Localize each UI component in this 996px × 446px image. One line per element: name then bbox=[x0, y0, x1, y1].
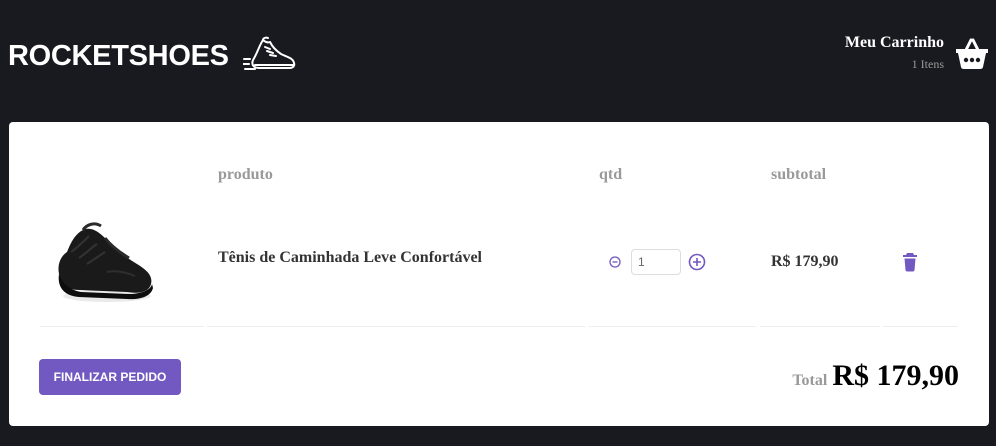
logo-text: ROCKETSHOES bbox=[8, 40, 229, 72]
row-subtotal: R$ 179,90 bbox=[771, 253, 839, 270]
header: ROCKETSHOES Meu Carrinho 1 Itens bbox=[0, 0, 996, 110]
basket-icon bbox=[956, 38, 988, 69]
total-value: R$ 179,90 bbox=[832, 359, 959, 392]
trash-icon[interactable] bbox=[902, 252, 918, 272]
column-header-product: produto bbox=[218, 166, 273, 183]
row-divider bbox=[589, 326, 756, 327]
cart-container: produto qtd subtotal Tênis de Caminhada … bbox=[9, 122, 989, 426]
row-divider bbox=[40, 326, 204, 327]
product-title: Tênis de Caminhada Leve Confortável bbox=[218, 249, 482, 266]
row-divider bbox=[883, 326, 958, 327]
column-header-subtotal: subtotal bbox=[771, 166, 827, 183]
total: Total R$ 179,90 bbox=[792, 359, 959, 393]
quantity-input[interactable] bbox=[631, 249, 681, 275]
row-divider bbox=[760, 326, 880, 327]
logo-link[interactable]: ROCKETSHOES bbox=[8, 36, 297, 76]
add-circle-icon bbox=[688, 253, 706, 271]
product-image bbox=[58, 222, 153, 302]
cart-title: Meu Carrinho bbox=[844, 34, 944, 51]
cart-summary: Meu Carrinho 1 Itens bbox=[845, 34, 944, 72]
row-divider bbox=[207, 326, 585, 327]
decrement-button[interactable] bbox=[605, 252, 625, 272]
column-header-qty: qtd bbox=[599, 166, 623, 183]
shoe-logo-icon bbox=[242, 36, 295, 70]
cart-count: 1 Itens bbox=[911, 57, 944, 71]
checkout-button[interactable]: Finalizar pedido bbox=[39, 359, 181, 395]
quantity-stepper bbox=[605, 249, 707, 275]
increment-button[interactable] bbox=[687, 252, 707, 272]
remove-circle-icon bbox=[609, 256, 621, 268]
total-label: Total bbox=[792, 372, 828, 389]
cart-link[interactable]: Meu Carrinho 1 Itens bbox=[845, 34, 990, 72]
